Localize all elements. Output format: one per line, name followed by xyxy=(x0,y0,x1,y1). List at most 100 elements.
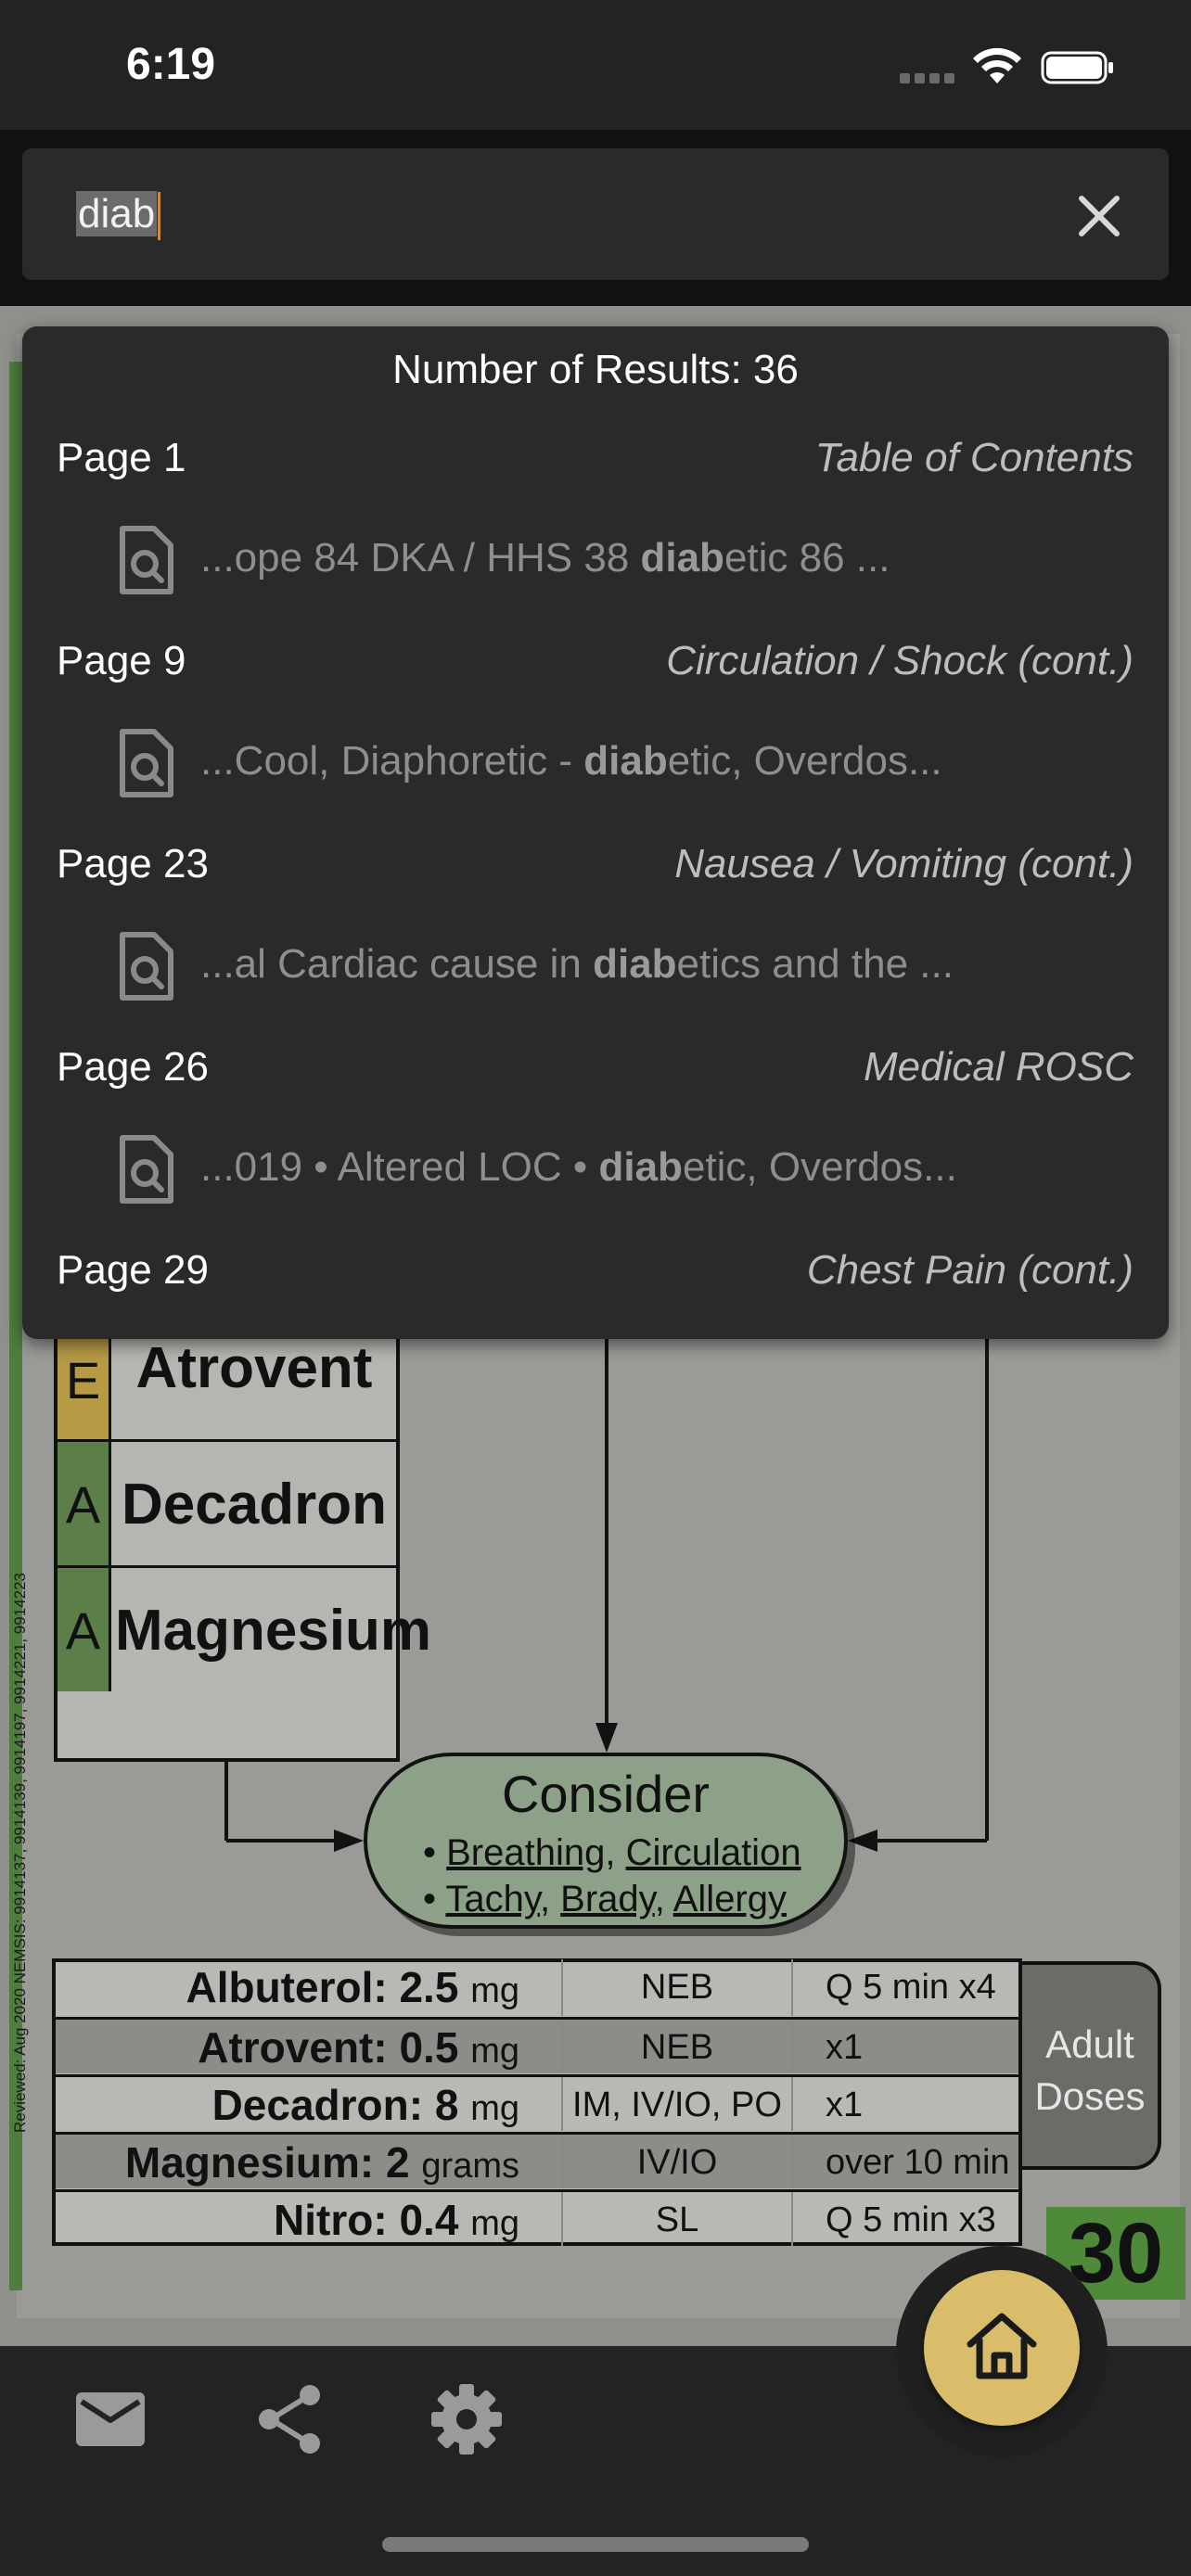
consider-link-brady[interactable]: Brady xyxy=(560,1879,655,1919)
medication-table: E Atrovent A Decadron A Magnesium xyxy=(54,1317,431,1762)
document-search-icon xyxy=(120,1135,173,1204)
dose-amount: 0.4 xyxy=(399,2196,459,2244)
result-section: Table of Contents xyxy=(814,435,1133,480)
dose-frequency: Q 5 min x3 xyxy=(826,2200,996,2239)
dose-table: Albuterol: 2.5 mg NEB Q 5 min x4 Atroven… xyxy=(52,1958,1022,2246)
result-item[interactable]: Page 1 Table of Contents ...ope 84 DKA /… xyxy=(22,430,1169,633)
document-search-icon xyxy=(120,932,173,1001)
status-bar: 6:19 xyxy=(0,0,1191,130)
snippet-text: ...019 • Altered LOC • xyxy=(200,1144,599,1190)
search-input-value: diab xyxy=(76,191,158,236)
consider-link-circulation[interactable]: Circulation xyxy=(626,1832,801,1873)
dose-drug: Nitro: 0.4 mg xyxy=(56,2192,538,2246)
dose-frequency: over 10 min xyxy=(826,2143,1010,2182)
dose-amount: 2.5 xyxy=(399,1963,459,2011)
result-page: Page 29 xyxy=(57,1247,209,1293)
result-page: Page 9 xyxy=(57,638,186,683)
cellular-signal-icon xyxy=(900,70,955,83)
document-search-icon xyxy=(120,729,173,797)
consider-link-allergy[interactable]: Allergy xyxy=(673,1879,787,1919)
wifi-icon xyxy=(973,47,1021,83)
search-input[interactable]: diab xyxy=(22,148,1169,280)
dose-route: SL xyxy=(561,2192,793,2246)
snippet-text: ...ope 84 DKA / HHS 38 xyxy=(200,535,641,580)
dose-row: Nitro: 0.4 mg SL Q 5 min x3 xyxy=(56,2189,1018,2246)
result-item[interactable]: Page 9 Circulation / Shock (cont.) ...Co… xyxy=(22,633,1169,836)
result-page: Page 26 xyxy=(57,1044,209,1090)
dose-drug: Magnesium: 2 grams xyxy=(56,2135,538,2188)
dose-route: NEB xyxy=(561,2020,793,2073)
result-page: Page 23 xyxy=(57,841,209,886)
dose-drug-name: Decadron: xyxy=(211,2081,424,2129)
dose-frequency: Q 5 min x4 xyxy=(826,1968,996,2007)
text-caret xyxy=(158,192,161,241)
search-results-popover: Number of Results: 36 Page 1 Table of Co… xyxy=(22,326,1169,1339)
battery-icon xyxy=(1041,51,1113,84)
gear-icon[interactable] xyxy=(429,2381,505,2457)
med-name: Decadron xyxy=(122,1473,387,1537)
result-item[interactable]: Page 26 Medical ROSC ...019 • Altered LO… xyxy=(22,1039,1169,1243)
dose-frequency: x1 xyxy=(826,2028,864,2067)
dose-route: IV/IO xyxy=(561,2135,793,2188)
med-row: A Decadron xyxy=(58,1439,396,1565)
mail-icon[interactable] xyxy=(72,2381,148,2457)
dose-amount: 0.5 xyxy=(399,2023,459,2072)
share-icon[interactable] xyxy=(252,2381,328,2457)
dose-row: Atrovent: 0.5 mg NEB x1 xyxy=(56,2017,1018,2073)
dose-route: NEB xyxy=(561,1959,793,2016)
consider-link-breathing[interactable]: Breathing xyxy=(446,1832,605,1873)
dose-drug-name: Nitro: xyxy=(274,2196,388,2244)
snippet-text: etic, Overdos... xyxy=(667,738,942,784)
result-section: Chest Pain (cont.) xyxy=(806,1247,1133,1293)
dose-frequency: x1 xyxy=(826,2085,864,2124)
dose-drug-name: Atrovent: xyxy=(198,2023,388,2072)
snippet-match: diab xyxy=(583,738,668,784)
home-indicator[interactable] xyxy=(382,2537,809,2552)
dose-route: IM, IV/IO, PO xyxy=(561,2077,793,2131)
result-snippet: ...019 • Altered LOC • diabetic, Overdos… xyxy=(200,1140,957,1195)
status-time: 6:19 xyxy=(126,40,216,89)
results-count: Number of Results: 36 xyxy=(392,347,799,392)
close-icon[interactable] xyxy=(1074,191,1124,241)
result-item[interactable]: Page 29 Chest Pain (cont.) xyxy=(22,1243,1169,1339)
med-class-letter: A xyxy=(58,1568,111,1691)
snippet-text: ...Cool, Diaphoretic - xyxy=(200,738,584,784)
consider-link-tachy[interactable]: Tachy xyxy=(445,1879,540,1919)
dose-row: Decadron: 8 mg IM, IV/IO, PO x1 xyxy=(56,2074,1018,2131)
dose-unit: mg xyxy=(470,2204,519,2243)
app-screen: 6:19 diab Reviewed: Aug 2020 NEMSIS: 991… xyxy=(0,0,1191,2576)
consider-box: Consider • Breathing, Circulation • Tach… xyxy=(364,1753,848,1929)
result-snippet: ...ope 84 DKA / HHS 38 diabetic 86 ... xyxy=(200,530,890,586)
result-snippet: ...Cool, Diaphoretic - diabetic, Overdos… xyxy=(200,733,942,789)
dose-unit: mg xyxy=(470,1971,519,2010)
result-section: Medical ROSC xyxy=(864,1044,1133,1090)
dose-unit: mg xyxy=(470,2032,519,2071)
search-bar: diab xyxy=(0,130,1191,306)
adult-doses-line-1: Adult xyxy=(1045,2022,1134,2066)
home-button[interactable] xyxy=(924,2270,1080,2426)
result-item[interactable]: Page 23 Nausea / Vomiting (cont.) ...al … xyxy=(22,836,1169,1039)
consider-line-1: • Breathing, Circulation xyxy=(423,1832,801,1873)
consider-title: Consider xyxy=(501,1765,711,1823)
dose-drug: Albuterol: 2.5 mg xyxy=(56,1959,538,2016)
med-row: A Magnesium xyxy=(58,1565,431,1691)
med-class-letter: A xyxy=(58,1442,111,1565)
dose-drug-name: Albuterol: xyxy=(186,1963,388,2011)
result-page: Page 1 xyxy=(57,435,186,480)
snippet-text: etic, Overdos... xyxy=(682,1144,957,1190)
snippet-text: etics and the ... xyxy=(676,941,954,987)
snippet-match: diab xyxy=(640,535,724,580)
result-snippet: ...al Cardiac cause in diabetics and the… xyxy=(200,937,954,992)
dose-row: Albuterol: 2.5 mg NEB Q 5 min x4 xyxy=(56,1959,1018,2016)
dose-amount: 8 xyxy=(434,2081,459,2129)
dose-unit: mg xyxy=(470,2089,519,2128)
snippet-match: diab xyxy=(593,941,677,987)
dose-drug-name: Magnesium: xyxy=(124,2138,375,2187)
document-search-icon xyxy=(120,526,173,594)
snippet-text: ...al Cardiac cause in xyxy=(200,941,594,987)
dose-drug: Atrovent: 0.5 mg xyxy=(56,2020,538,2073)
result-section: Nausea / Vomiting (cont.) xyxy=(674,841,1133,886)
dose-unit: grams xyxy=(421,2147,519,2186)
dose-drug: Decadron: 8 mg xyxy=(56,2077,538,2131)
dose-amount: 2 xyxy=(386,2138,410,2187)
